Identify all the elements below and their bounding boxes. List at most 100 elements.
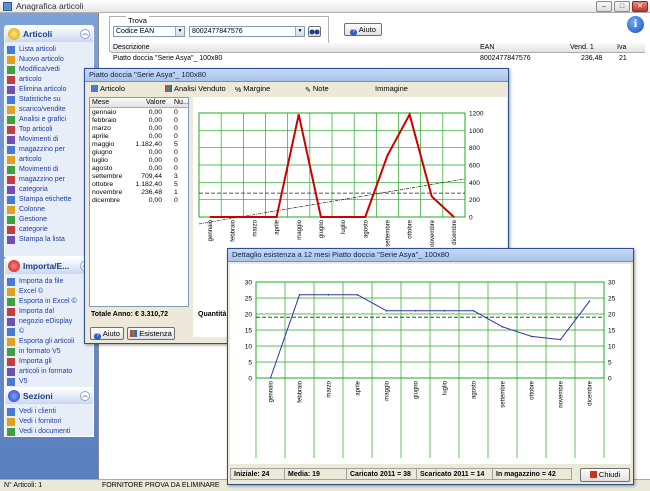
maximize-button[interactable]: □ <box>614 1 630 12</box>
table-row[interactable]: aprile 0,00 0 <box>90 133 188 141</box>
collapse-icon[interactable]: ︽ <box>80 391 90 401</box>
sidebar-item[interactable]: Importa da file <box>5 278 93 286</box>
data-point <box>559 338 562 341</box>
tab-analisi-venduto[interactable]: Analisi Venduto <box>165 84 226 93</box>
table-row[interactable]: dicembre 0,00 0 <box>90 197 188 205</box>
x-tick-label: ottobre <box>408 219 414 238</box>
sidebar-item-label: Nuovo articolo <box>19 56 64 63</box>
sidebar-item-label: categorie <box>19 226 48 233</box>
col-mese[interactable]: Mese <box>92 99 109 106</box>
col-header-iva[interactable]: Iva <box>617 44 626 51</box>
info-help-icon[interactable]: i <box>627 16 644 33</box>
table-row[interactable]: ottobre 1.182,40 5 <box>90 181 188 189</box>
sidebar-item[interactable]: categorie <box>5 226 93 234</box>
tab-margine[interactable]: % Margine <box>235 84 270 94</box>
sidebar-item[interactable]: Esporta in Excel © <box>5 298 93 306</box>
sidebar-item[interactable]: Stampa etichette <box>5 196 93 204</box>
group-header-articoli[interactable]: Articoli ︽ <box>5 26 93 42</box>
sidebar-item[interactable]: in formato V5 <box>5 348 93 356</box>
sidebar-item[interactable]: Importa dal <box>5 308 93 316</box>
sidebar-group-importa: Importa/E... ︽ Importa da file Excel © Esp… <box>4 257 94 389</box>
table-row[interactable]: novembre 236,48 1 <box>90 189 188 197</box>
close-button[interactable]: ✕ <box>632 1 648 12</box>
table-row[interactable]: settembre 709,44 3 <box>90 173 188 181</box>
sidebar-item[interactable]: Lista articoli <box>5 46 93 54</box>
sidebar-item[interactable]: magazzino per <box>5 146 93 154</box>
dialog-tabs: Articolo Analisi Venduto % Margine ✎ Note … <box>85 83 508 94</box>
sidebar-item[interactable]: negozio eDisplay <box>5 318 93 326</box>
sidebar-item[interactable]: Statistiche su <box>5 96 93 104</box>
sidebar-item[interactable]: Vedi i fornitori <box>5 418 93 426</box>
window-title: Anagrafica articoli <box>16 1 84 11</box>
sidebar-item[interactable]: Top articoli <box>5 126 93 134</box>
sidebar-item[interactable]: Analisi e grafici <box>5 116 93 124</box>
sidebar-item[interactable]: articoli in formato <box>5 368 93 376</box>
table-row[interactable]: Piatto doccia "Serie Asya"_ 100x80 80024… <box>111 54 645 64</box>
cell-value: 0,00 <box>148 109 162 116</box>
sidebar-item[interactable]: V5 <box>5 378 93 386</box>
sidebar-item[interactable]: Vedi i clienti <box>5 408 93 416</box>
sidebar-item[interactable]: Importa gli <box>5 358 93 366</box>
cell-count: 5 <box>174 141 178 148</box>
sidebar-item[interactable]: articolo <box>5 76 93 84</box>
sidebar-item[interactable]: Nuovo articolo <box>5 56 93 64</box>
sidebar-item[interactable]: Movimenti di <box>5 166 93 174</box>
collapse-icon[interactable]: ︽ <box>80 29 90 39</box>
help-button[interactable]: ? Aiuto <box>344 23 382 36</box>
sidebar-item[interactable]: Esporta gli articoli <box>5 338 93 346</box>
y-tick-label-left: 25 <box>245 296 253 303</box>
sidebar-item[interactable]: Colonne <box>5 206 93 214</box>
table-row[interactable]: maggio 1.182,40 5 <box>90 141 188 149</box>
minimize-button[interactable]: – <box>596 1 612 12</box>
sidebar-item[interactable]: Gestione <box>5 216 93 224</box>
sidebar-item[interactable]: articolo <box>5 156 93 164</box>
sidebar-item[interactable]: © <box>5 328 93 336</box>
x-tick-label: novembre <box>430 219 436 246</box>
table-row[interactable]: luglio 0,00 0 <box>90 157 188 165</box>
dialog-help-button[interactable]: ? Aiuto <box>90 327 124 340</box>
cell-count: 3 <box>174 173 178 180</box>
table-row[interactable]: giugno 0,00 0 <box>90 149 188 157</box>
sidebar-item[interactable]: Excel © <box>5 288 93 296</box>
tab-note[interactable]: ✎ Note <box>305 84 329 94</box>
sidebar-item[interactable]: Stampa la lista <box>5 236 93 244</box>
group-header-sezioni[interactable]: Sezioni ︽ <box>5 388 93 404</box>
group-header-importa[interactable]: Importa/E... ︽ <box>5 258 93 274</box>
cell-count: 5 <box>174 181 178 188</box>
table-row[interactable]: gennaio 0,00 0 <box>90 109 188 117</box>
cell-iva: 21 <box>619 55 627 62</box>
bar-chart-icon <box>130 330 138 337</box>
close-dialog-button[interactable]: Chiudi <box>580 468 630 482</box>
sidebar-item-label: scarico/vendite <box>19 106 66 113</box>
cell-ean: 8002477847576 <box>480 55 531 62</box>
stat-iniziale: Iniziale: 24 <box>230 468 284 480</box>
sidebar-item[interactable]: magazzino per <box>5 176 93 184</box>
table-row[interactable]: marzo 0,00 0 <box>90 125 188 133</box>
tab-immagine[interactable]: Immagine <box>375 84 408 93</box>
binoculars-search-button[interactable] <box>308 26 321 37</box>
table-row[interactable]: febbraio 0,00 0 <box>90 117 188 125</box>
sidebar-item[interactable]: categoria <box>5 186 93 194</box>
search-type-select[interactable]: Codice EAN ▼ <box>113 26 185 37</box>
x-tick-label: maggio <box>385 380 391 400</box>
x-tick-label: aprile <box>275 219 281 234</box>
menu-item-icon <box>7 348 15 356</box>
sidebar-item[interactable]: Elimina articolo <box>5 86 93 94</box>
col-numero[interactable]: Nu... <box>174 99 189 106</box>
search-input[interactable]: 8002477847576 ▼ <box>189 26 305 37</box>
col-header-descrizione[interactable]: Descrizione <box>113 44 150 51</box>
sidebar-item[interactable]: Movimenti di <box>5 136 93 144</box>
esistenza-button[interactable]: Esistenza <box>127 327 175 340</box>
sidebar-item[interactable]: Vedi i documenti <box>5 428 93 436</box>
menu-item-icon <box>7 166 15 174</box>
cell-value: 0,00 <box>148 125 162 132</box>
tab-articolo[interactable]: Articolo <box>91 84 125 93</box>
col-valore[interactable]: Valore <box>146 99 166 106</box>
data-point <box>472 310 475 312</box>
sidebar-item[interactable]: Modifica/vedi <box>5 66 93 74</box>
cell-count: 0 <box>174 197 178 204</box>
sidebar-item[interactable]: scarico/vendite <box>5 106 93 114</box>
table-row[interactable]: agosto 0,00 0 <box>90 165 188 173</box>
col-header-ean[interactable]: EAN <box>480 44 494 51</box>
col-header-vend1[interactable]: Vend. 1 <box>570 44 594 51</box>
